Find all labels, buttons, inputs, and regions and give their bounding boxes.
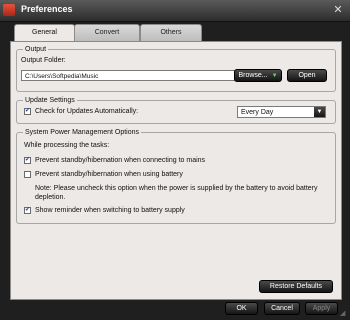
power-note-line2: depletion. (35, 194, 66, 201)
output-folder-label: Output Folder: (21, 57, 66, 64)
tab-others[interactable]: Others (140, 24, 202, 41)
browse-dropdown-icon[interactable]: ▼ (272, 73, 278, 79)
output-folder-input[interactable]: C:\Users\Softpedia\Music (21, 70, 237, 81)
ok-button[interactable]: OK (225, 302, 258, 315)
title-bar: Preferences ✕ (0, 0, 350, 22)
preferences-window: Preferences ✕ General Convert Others Out… (0, 0, 350, 320)
update-frequency-value: Every Day (241, 109, 274, 116)
update-frequency-select[interactable]: Every Day ▼ (237, 106, 326, 118)
app-icon (3, 4, 15, 16)
power-intro-text: While processing the tasks: (24, 142, 110, 149)
tab-convert[interactable]: Convert (74, 24, 140, 41)
window-title: Preferences (21, 4, 73, 14)
general-panel: Output Output Folder: C:\Users\Softpedia… (10, 41, 342, 300)
cancel-button[interactable]: Cancel (264, 302, 300, 315)
prevent-mains-label: Prevent standby/hibernation when connect… (35, 157, 206, 164)
open-button[interactable]: Open (287, 69, 327, 82)
prevent-mains-checkbox[interactable]: ✔ (24, 157, 31, 164)
prevent-battery-label: Prevent standby/hibernation when using b… (35, 171, 183, 178)
power-note-line1: Note: Please uncheck this option when th… (35, 185, 318, 192)
check-updates-label: Check for Updates Automatically: (35, 108, 139, 115)
output-group-title: Output (23, 46, 49, 53)
prevent-battery-checkbox[interactable] (24, 171, 31, 178)
show-reminder-label: Show reminder when switching to battery … (35, 207, 185, 214)
apply-button[interactable]: Apply (305, 302, 338, 315)
power-group-title: System Power Management Options (23, 129, 141, 136)
browse-button[interactable]: Browse... ▼ (234, 69, 282, 82)
update-group-title: Update Settings (23, 97, 77, 104)
restore-defaults-button[interactable]: Restore Defaults (259, 280, 333, 293)
check-updates-checkbox[interactable]: ✔ (24, 108, 31, 115)
browse-label: Browse... (238, 72, 268, 79)
show-reminder-checkbox[interactable]: ✔ (24, 207, 31, 214)
resize-grip-icon[interactable]: ◢ (340, 310, 348, 318)
chevron-down-icon[interactable]: ▼ (314, 107, 325, 117)
close-button[interactable]: ✕ (331, 3, 345, 17)
